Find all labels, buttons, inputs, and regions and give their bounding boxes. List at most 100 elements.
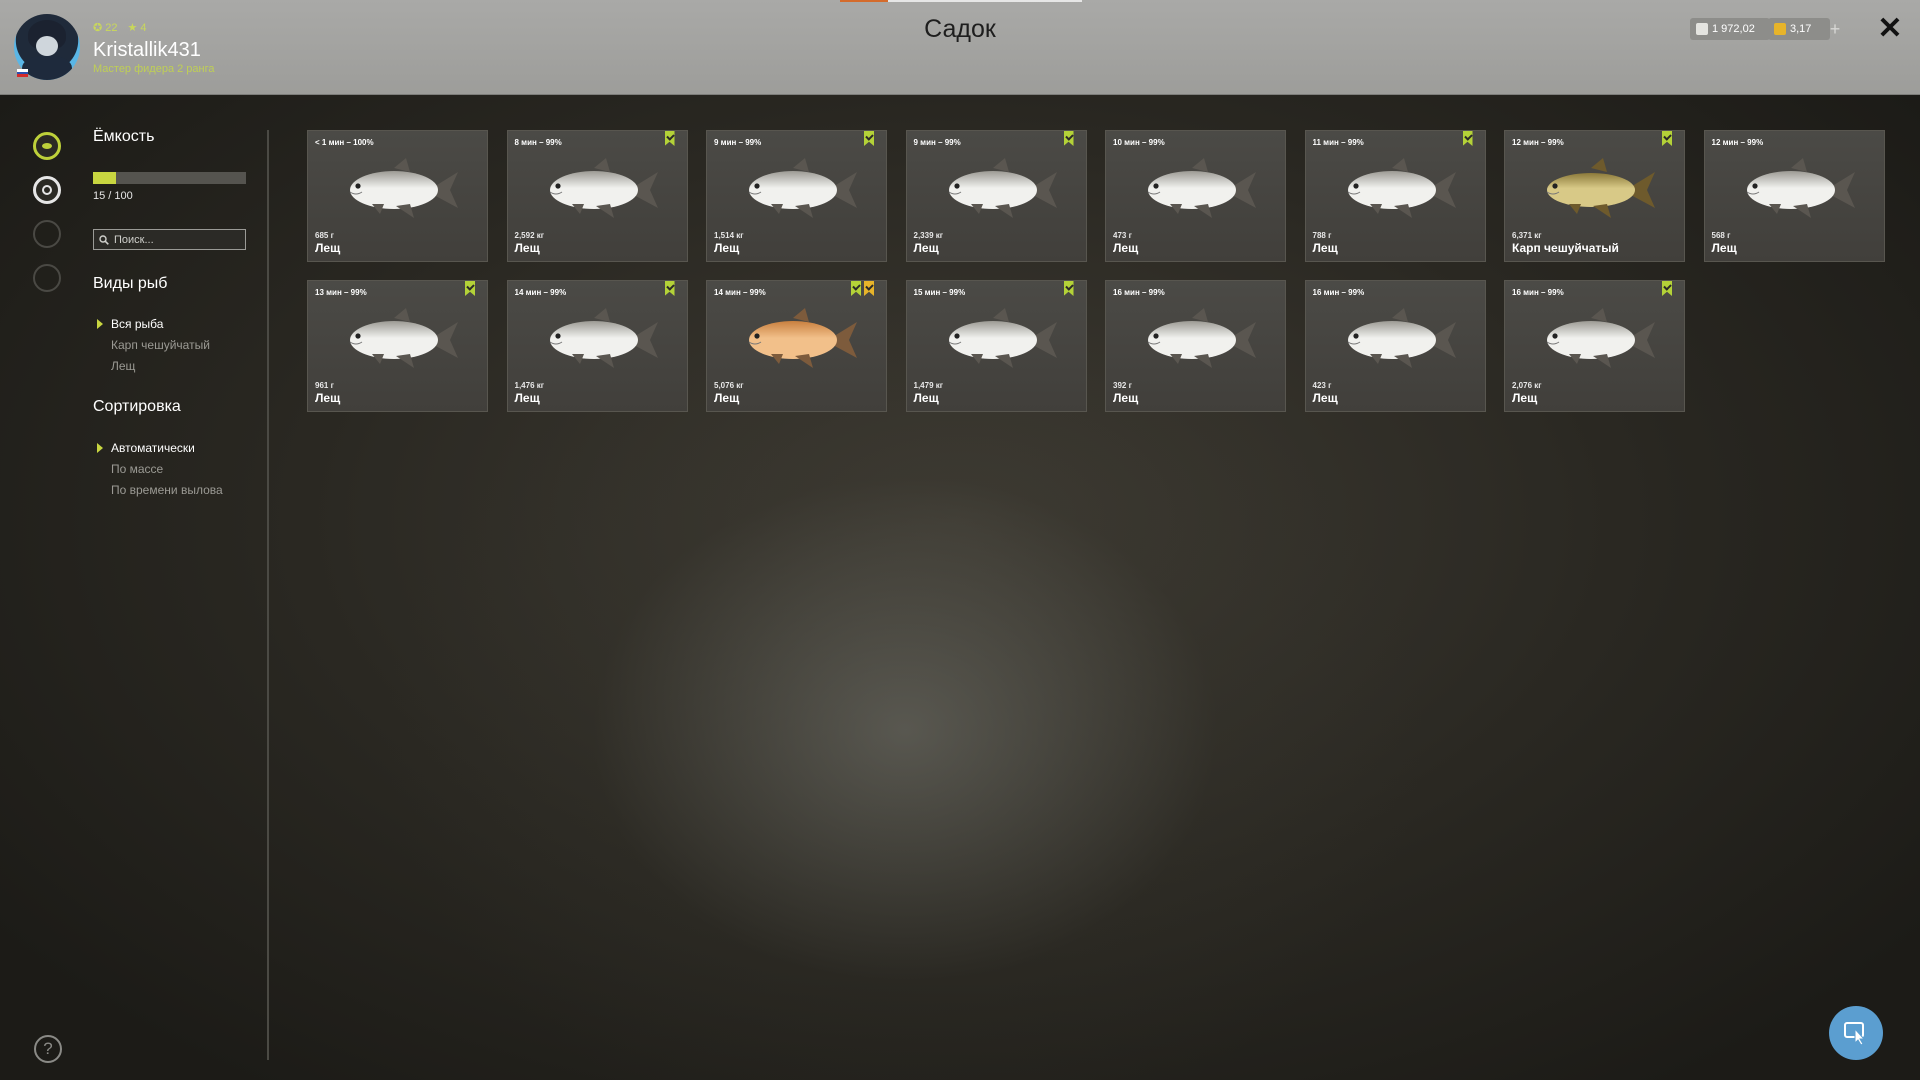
fish-card[interactable]: 9 мин – 99% 2,339 кг Лещ (905, 130, 1087, 262)
add-currency-button[interactable]: + (1825, 18, 1845, 40)
keepnet-fish-icon[interactable] (33, 132, 61, 160)
fish-image (1347, 158, 1456, 218)
catch-time: 16 мин – 99% (1113, 288, 1165, 297)
catch-time: 13 мин – 99% (315, 288, 367, 297)
cursor-icon (1844, 1022, 1866, 1046)
search-box[interactable] (93, 229, 246, 250)
fish-name: Лещ (714, 391, 740, 405)
trophy-ribbon-icon (864, 281, 874, 296)
catch-time: 16 мин – 99% (1512, 288, 1564, 297)
fish-image (1147, 308, 1256, 368)
top-bar: ✪ 22 ★ 4 Kristallik431 Мастер фидера 2 ран… (0, 0, 1920, 95)
gold-balance[interactable]: 3,17 (1768, 18, 1830, 40)
cursor-mode-button[interactable] (1829, 1006, 1883, 1060)
fish-weight: 392 г (1113, 381, 1132, 390)
fish-image (549, 308, 658, 368)
catch-time: 9 мин – 99% (714, 138, 762, 147)
fish-name: Лещ (1113, 241, 1139, 255)
fish-weight: 1,514 кг (714, 231, 744, 240)
release-ribbon-icon (1063, 131, 1074, 146)
catch-time: 12 мин – 99% (1711, 138, 1764, 147)
fish-card[interactable]: < 1 мин – 100% 685 г Лещ (307, 130, 488, 262)
fish-image (349, 158, 458, 218)
close-button[interactable]: ✕ (1875, 14, 1905, 44)
fish-card[interactable]: 15 мин – 99% 1,479 кг Лещ (905, 280, 1087, 412)
fish-name: Лещ (1312, 391, 1338, 405)
fish-name: Лещ (913, 391, 939, 405)
release-ribbon-icon (1462, 131, 1473, 146)
sort-option-weight[interactable]: По массе (111, 462, 163, 476)
card-badges (864, 131, 874, 146)
capacity-bar-fill (93, 172, 116, 184)
catch-time: 14 мин – 99% (514, 288, 567, 297)
release-ribbon-icon (465, 281, 475, 296)
fish-card[interactable]: 16 мин – 99% 392 г Лещ (1105, 280, 1286, 412)
tab-indicator-active (888, 0, 1082, 2)
fish-name: Лещ (514, 391, 540, 405)
sort-option-catch-time[interactable]: По времени вылова (111, 483, 223, 497)
catch-time: < 1 мин – 100% (315, 138, 374, 147)
release-ribbon-icon (851, 281, 861, 296)
catch-time: 9 мин – 99% (913, 138, 961, 147)
fish-card[interactable]: 14 мин – 99% 1,476 кг Лещ (506, 280, 688, 412)
card-badges (1063, 131, 1074, 146)
trophy-icon[interactable] (33, 264, 61, 292)
fish-weight: 2,592 кг (514, 231, 545, 240)
fish-weight: 961 г (315, 381, 334, 390)
species-option-carp[interactable]: Карп чешуйчатый (111, 338, 210, 352)
fish-name: Лещ (315, 241, 341, 255)
fish-weight: 2,339 кг (913, 231, 944, 240)
capacity-bar (93, 172, 246, 184)
fish-weight: 423 г (1312, 381, 1332, 390)
catch-time: 14 мин – 99% (714, 288, 766, 297)
fish-name: Лещ (1113, 391, 1139, 405)
fish-image (1746, 158, 1855, 218)
species-option-bream[interactable]: Лещ (111, 359, 135, 373)
fish-card[interactable]: 16 мин – 99% 2,076 кг Лещ (1504, 280, 1685, 412)
fish-card[interactable]: 16 мин – 99% 423 г Лещ (1304, 280, 1486, 412)
bait-icon[interactable] (33, 176, 61, 204)
fish-card[interactable]: 12 мин – 99% 568 г Лещ (1703, 130, 1885, 262)
fish-card[interactable]: 8 мин – 99% 2,592 кг Лещ (506, 130, 688, 262)
fish-image (1347, 308, 1456, 368)
capacity-title: Ёмкость (93, 128, 155, 145)
search-icon (99, 234, 109, 245)
selected-arrow-icon (97, 443, 103, 453)
fish-weight: 685 г (315, 231, 334, 240)
card-badges (1462, 131, 1473, 146)
release-ribbon-icon (864, 131, 874, 146)
catch-time: 12 мин – 99% (1512, 138, 1564, 147)
catch-time: 8 мин – 99% (514, 138, 562, 147)
fish-image (549, 158, 658, 218)
fish-card[interactable]: 13 мин – 99% 961 г Лещ (307, 280, 488, 412)
card-badges (1662, 131, 1672, 146)
fish-name: Лещ (714, 241, 740, 255)
card-badges (664, 281, 675, 296)
silver-balance[interactable]: 1 972,02 (1690, 18, 1770, 40)
fish-weight: 788 г (1312, 231, 1332, 240)
catch-time: 11 мин – 99% (1312, 138, 1364, 147)
fish-card[interactable]: 11 мин – 99% 788 г Лещ (1304, 130, 1486, 262)
fish-card[interactable]: 14 мин – 99% 5,076 кг Лещ (706, 280, 887, 412)
release-ribbon-icon (664, 131, 675, 146)
fish-name: Лещ (1312, 241, 1338, 255)
fish-weight: 2,076 кг (1512, 381, 1542, 390)
fish-image (1546, 308, 1655, 368)
species-title: Виды рыб (93, 275, 168, 292)
tackle-icon[interactable] (33, 220, 61, 248)
release-ribbon-icon (664, 281, 675, 296)
sort-option-auto[interactable]: Автоматически (111, 441, 195, 455)
sort-title: Сортировка (93, 398, 181, 415)
fish-card[interactable]: 10 мин – 99% 473 г Лещ (1105, 130, 1286, 262)
species-option-all[interactable]: Вся рыба (111, 317, 163, 331)
search-input[interactable] (114, 233, 234, 246)
fish-image (1546, 158, 1655, 218)
fish-card[interactable]: 9 мин – 99% 1,514 кг Лещ (706, 130, 887, 262)
card-badges (1063, 281, 1074, 296)
fish-weight: 6,371 кг (1512, 231, 1542, 240)
fish-weight: 568 г (1711, 231, 1731, 240)
card-badges (851, 281, 874, 296)
fish-name: Лещ (1711, 241, 1737, 255)
help-button[interactable]: ? (34, 1035, 62, 1063)
fish-card[interactable]: 12 мин – 99% 6,371 кг Карп чешуйчатый (1504, 130, 1685, 262)
